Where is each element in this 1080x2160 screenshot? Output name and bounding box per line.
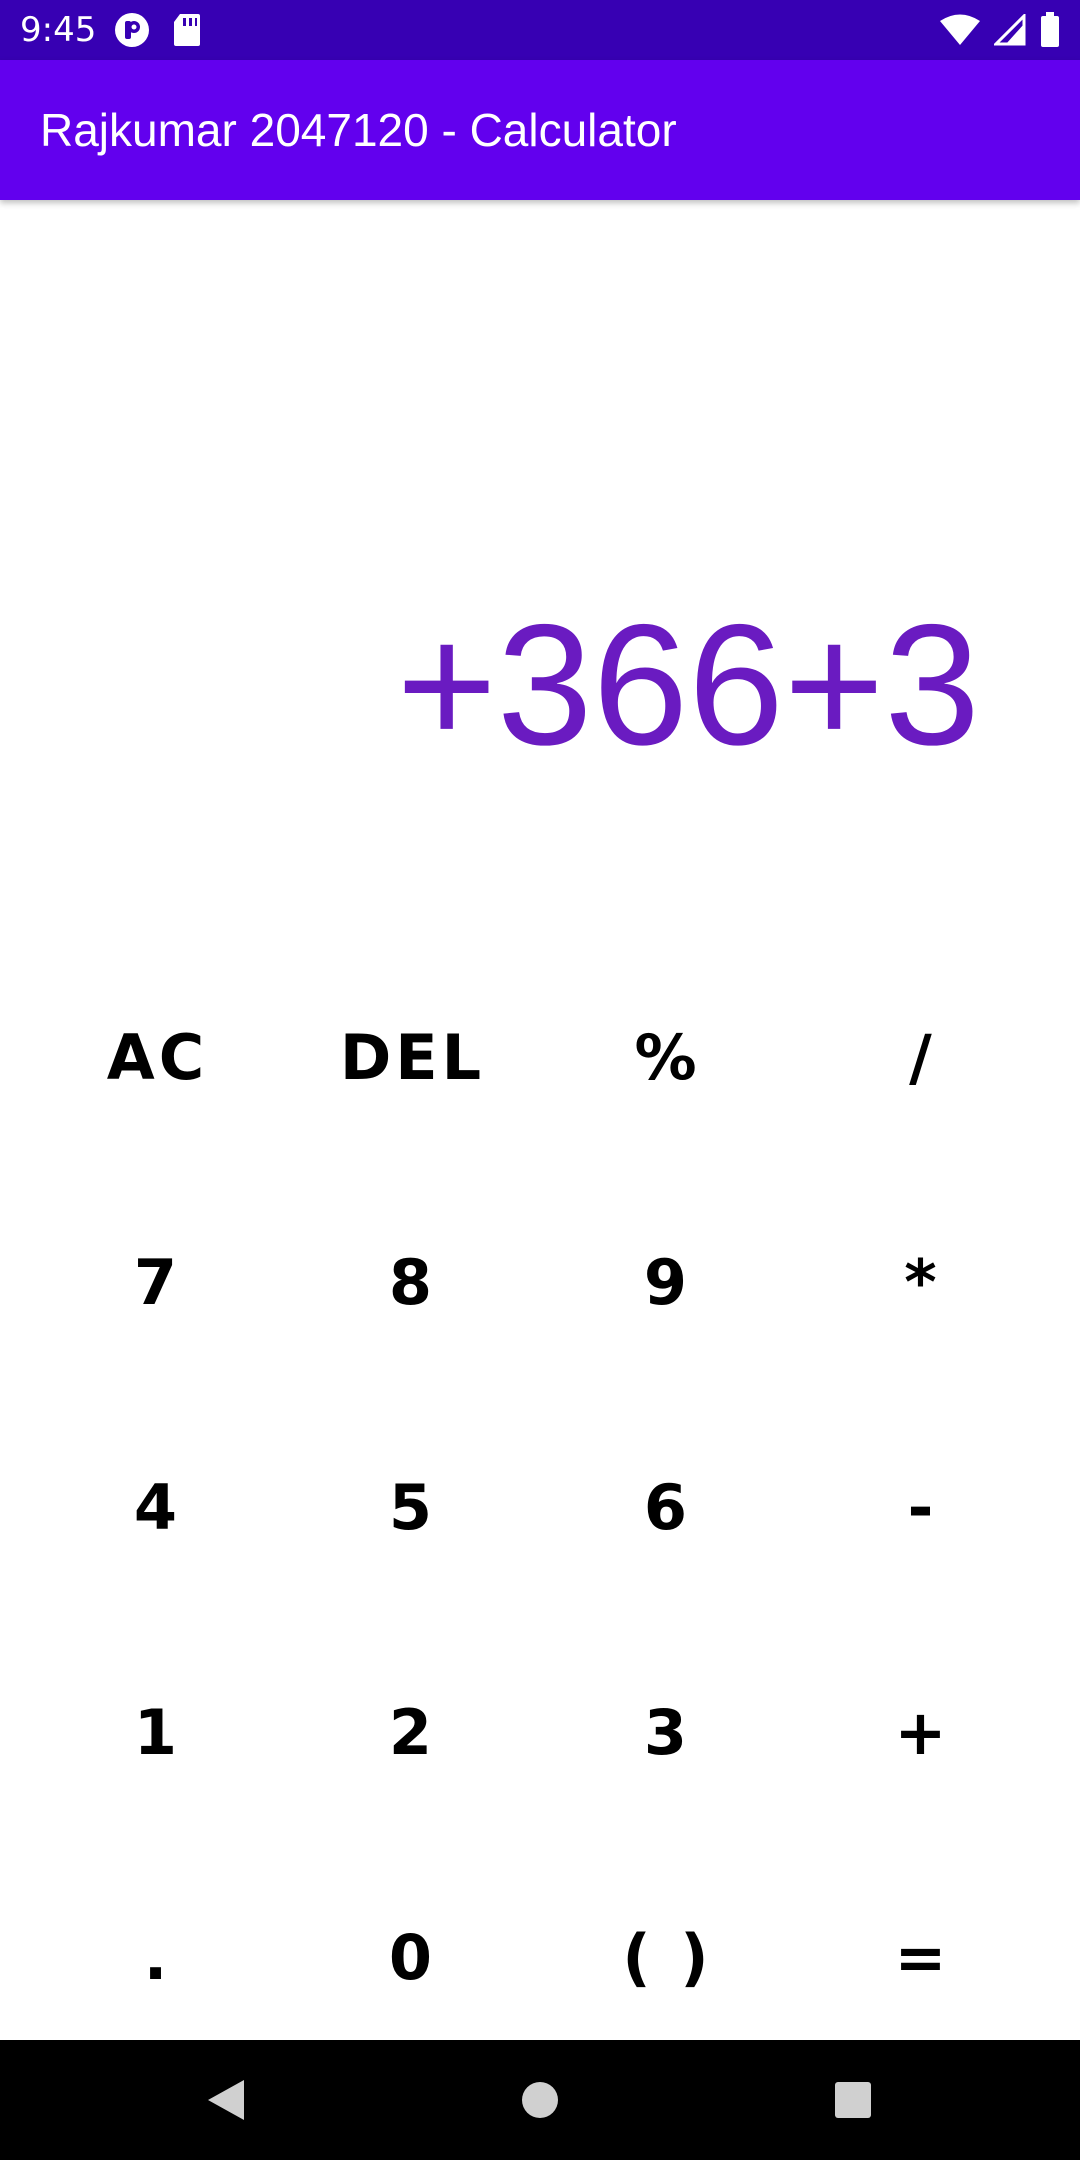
add-button[interactable]: + <box>795 1620 1050 1845</box>
app-bar: Rajkumar 2047120 - Calculator <box>0 60 1080 200</box>
digit-6-button[interactable]: 6 <box>540 1395 795 1620</box>
digit-2-button[interactable]: 2 <box>285 1620 540 1845</box>
digit-3-button[interactable]: 3 <box>540 1620 795 1845</box>
p-notification-icon <box>114 12 150 48</box>
calculator-screen: 9:45 Rajkumar 2047120 - Calculator +366+… <box>0 0 1080 2160</box>
equals-button[interactable]: = <box>795 1845 1050 2070</box>
del-button[interactable]: DEL <box>285 945 540 1170</box>
home-icon <box>522 2082 558 2118</box>
expression-display: +366+3 <box>396 590 980 780</box>
navigation-bar <box>0 2040 1080 2160</box>
recents-button[interactable] <box>793 2040 913 2160</box>
home-button[interactable] <box>480 2040 600 2160</box>
wifi-icon <box>940 14 980 46</box>
status-bar: 9:45 <box>0 0 1080 60</box>
status-time: 9:45 <box>20 10 97 50</box>
back-button[interactable] <box>166 2040 286 2160</box>
digit-8-button[interactable]: 8 <box>285 1170 540 1395</box>
digit-9-button[interactable]: 9 <box>540 1170 795 1395</box>
recents-icon <box>835 2082 871 2118</box>
sd-card-icon <box>172 12 202 48</box>
status-left-icons <box>114 12 202 48</box>
digit-1-button[interactable]: 1 <box>30 1620 285 1845</box>
cell-signal-icon <box>994 14 1026 46</box>
status-right-icons <box>940 12 1060 48</box>
digit-5-button[interactable]: 5 <box>285 1395 540 1620</box>
back-icon <box>208 2080 244 2120</box>
app-title: Rajkumar 2047120 - Calculator <box>40 104 677 156</box>
subtract-button[interactable]: - <box>795 1395 1050 1620</box>
parentheses-button[interactable]: ( ) <box>540 1845 795 2070</box>
keypad: AC DEL % / 7 8 9 * 4 5 6 - 1 2 3 + . 0 (… <box>30 945 1050 2070</box>
digit-4-button[interactable]: 4 <box>30 1395 285 1620</box>
ac-button[interactable]: AC <box>30 945 285 1170</box>
digit-0-button[interactable]: 0 <box>285 1845 540 2070</box>
percent-button[interactable]: % <box>540 945 795 1170</box>
digit-7-button[interactable]: 7 <box>30 1170 285 1395</box>
battery-icon <box>1040 12 1060 48</box>
divide-button[interactable]: / <box>795 945 1050 1170</box>
decimal-button[interactable]: . <box>30 1845 285 2070</box>
multiply-button[interactable]: * <box>795 1170 1050 1395</box>
